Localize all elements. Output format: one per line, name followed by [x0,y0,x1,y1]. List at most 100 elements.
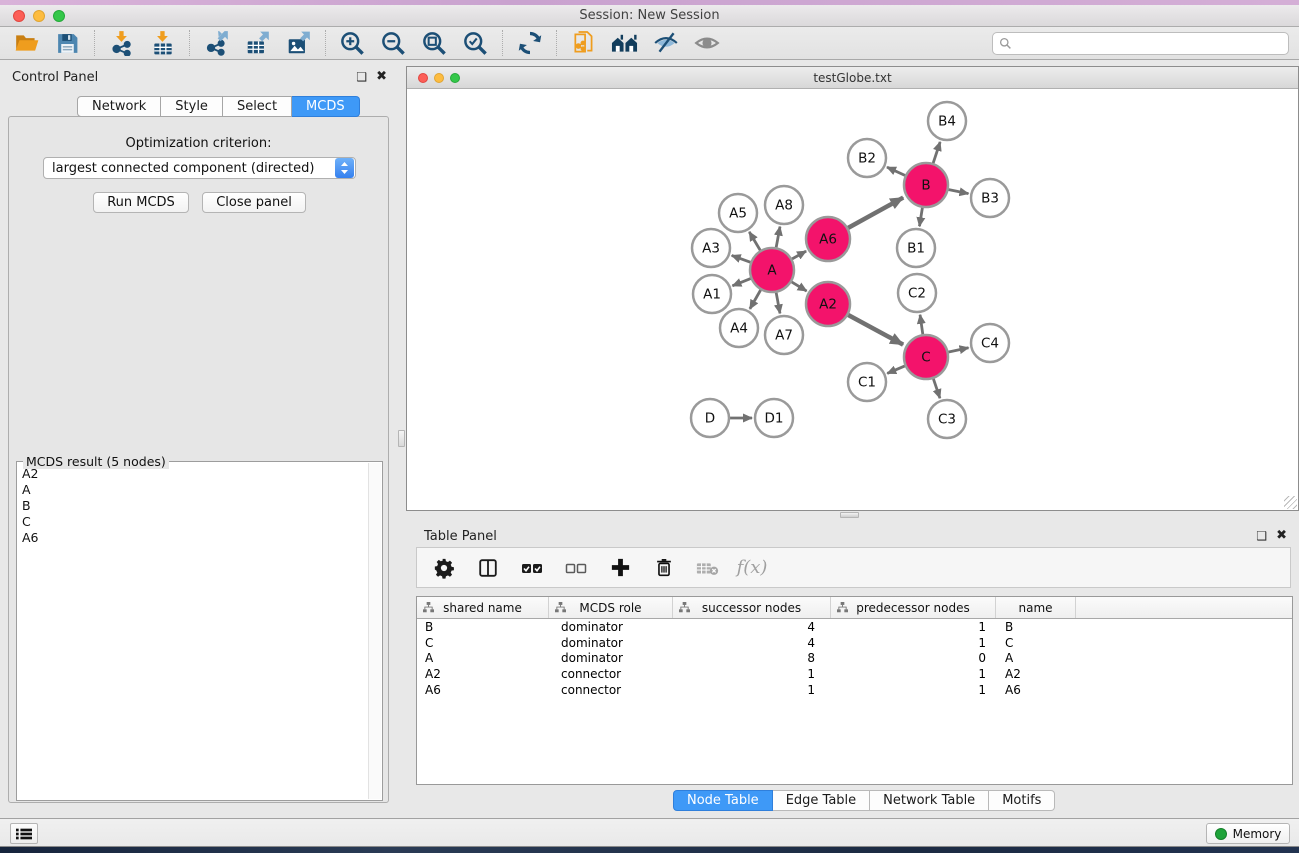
close-table-panel-icon[interactable]: ✖ [1276,528,1287,543]
table-cell[interactable]: dominator [549,651,673,665]
table-cell[interactable]: 1 [673,683,831,697]
first-neighbors-icon[interactable] [611,30,638,57]
table-cell[interactable]: 4 [673,620,831,634]
select-all-icon[interactable] [519,555,545,581]
table-cell[interactable]: 4 [673,636,831,650]
table-cell[interactable]: 8 [673,651,831,665]
export-table-icon[interactable] [244,30,271,57]
graph-edge-A-A1[interactable] [732,278,751,286]
hide-selection-icon[interactable] [652,30,679,57]
table-row[interactable]: Adominator80A [417,651,1292,667]
graph-edge-A2-C[interactable] [847,314,903,344]
search-input[interactable] [1017,36,1282,50]
result-scrollbar[interactable] [368,463,381,799]
table-cell[interactable]: 1 [831,667,996,681]
tab-node-table[interactable]: Node Table [673,790,773,811]
network-canvas[interactable]: AA1A2A3A4A5A6A7A8BB1B2B3B4CC1C2C3C4DD1 [407,89,1298,510]
graph-edge-A-A4[interactable] [750,289,761,309]
show-all-icon[interactable] [693,30,720,57]
zoom-out-icon[interactable] [380,30,407,57]
table-cell[interactable]: A [417,651,549,665]
splitter-grip[interactable] [398,430,405,447]
graph-edge-C-C4[interactable] [947,348,968,353]
import-table-icon[interactable] [149,30,176,57]
tab-mcds[interactable]: MCDS [292,96,360,117]
column-header-mcds-role[interactable]: MCDS role [549,597,673,618]
add-column-icon[interactable] [607,555,633,581]
graph-edge-A-A6[interactable] [791,251,806,259]
graph-edge-A-A3[interactable] [732,255,752,262]
table-cell[interactable]: C [417,636,549,650]
criterion-dropdown[interactable]: largest connected component (directed) [43,157,356,179]
column-header-successor-nodes[interactable]: successor nodes [673,597,831,618]
tab-style[interactable]: Style [161,96,223,117]
mcds-result-list[interactable]: A2ABCA6 [18,466,368,799]
graph-edge-C-C3[interactable] [933,378,940,398]
close-panel-icon[interactable]: ✖ [376,69,387,84]
table-cell[interactable]: A6 [996,683,1076,697]
result-item[interactable]: B [22,498,368,514]
zoom-selected-icon[interactable] [462,30,489,57]
table-cell[interactable]: A6 [417,683,549,697]
tab-select[interactable]: Select [223,96,292,117]
table-cell[interactable]: A [996,651,1076,665]
open-session-icon[interactable] [13,30,40,57]
graph-edge-C-C1[interactable] [887,366,905,374]
table-cell[interactable]: dominator [549,620,673,634]
graph-edge-B-B1[interactable] [919,207,922,227]
export-network-icon[interactable] [203,30,230,57]
result-item[interactable]: A2 [22,466,368,482]
task-history-button[interactable] [10,823,38,844]
tab-network[interactable]: Network [77,96,161,117]
result-item[interactable]: A [22,482,368,498]
table-cell[interactable]: 1 [831,620,996,634]
save-session-icon[interactable] [54,30,81,57]
result-item[interactable]: C [22,514,368,530]
table-row[interactable]: A2connector11A2 [417,666,1292,682]
tab-edge-table[interactable]: Edge Table [773,790,870,811]
table-cell[interactable]: 1 [831,683,996,697]
zoom-in-icon[interactable] [339,30,366,57]
table-cell[interactable]: A2 [417,667,549,681]
table-cell[interactable]: B [417,620,549,634]
deselect-all-icon[interactable] [563,555,589,581]
new-network-from-selection-icon[interactable] [570,30,597,57]
memory-button[interactable]: Memory [1206,823,1290,844]
graph-edge-A-A8[interactable] [776,227,780,249]
graph-edge-C-C2[interactable] [920,315,923,335]
close-panel-button[interactable]: Close panel [202,192,306,213]
delete-column-icon[interactable] [651,555,677,581]
import-network-icon[interactable] [108,30,135,57]
table-cell[interactable]: 0 [831,651,996,665]
table-row[interactable]: A6connector11A6 [417,682,1292,698]
table-cell[interactable]: C [996,636,1076,650]
table-cell[interactable]: connector [549,667,673,681]
table-cell[interactable]: A2 [996,667,1076,681]
column-header-predecessor-nodes[interactable]: predecessor nodes [831,597,996,618]
window-resize-grip[interactable] [1284,496,1297,509]
table-cell[interactable]: B [996,620,1076,634]
search-field[interactable] [992,32,1289,55]
export-image-icon[interactable] [285,30,312,57]
table-cell[interactable]: 1 [673,667,831,681]
graph-edge-B-B3[interactable] [948,189,969,193]
tab-motifs[interactable]: Motifs [989,790,1055,811]
graph-edge-A-A2[interactable] [791,281,807,291]
apply-layout-icon[interactable] [516,30,543,57]
vertical-splitter[interactable] [397,60,406,818]
settings-gear-icon[interactable] [431,555,457,581]
graph-edge-B-B4[interactable] [933,142,940,164]
run-mcds-button[interactable]: Run MCDS [93,192,189,213]
graph-edge-A-A5[interactable] [749,232,760,251]
float-panel-icon[interactable]: ❑ [356,70,367,84]
horizontal-splitter-grip[interactable] [840,512,859,518]
graph-edge-A6-B[interactable] [847,198,903,229]
table-cell[interactable]: connector [549,683,673,697]
table-row[interactable]: Cdominator41C [417,635,1292,651]
column-header-shared-name[interactable]: shared name [417,597,549,618]
tab-network-table[interactable]: Network Table [870,790,989,811]
table-row[interactable]: Bdominator41B [417,619,1292,635]
graph-edge-A-A7[interactable] [776,292,780,314]
network-graph[interactable]: AA1A2A3A4A5A6A7A8BB1B2B3B4CC1C2C3C4DD1 [407,89,1298,510]
table-cell[interactable]: 1 [831,636,996,650]
